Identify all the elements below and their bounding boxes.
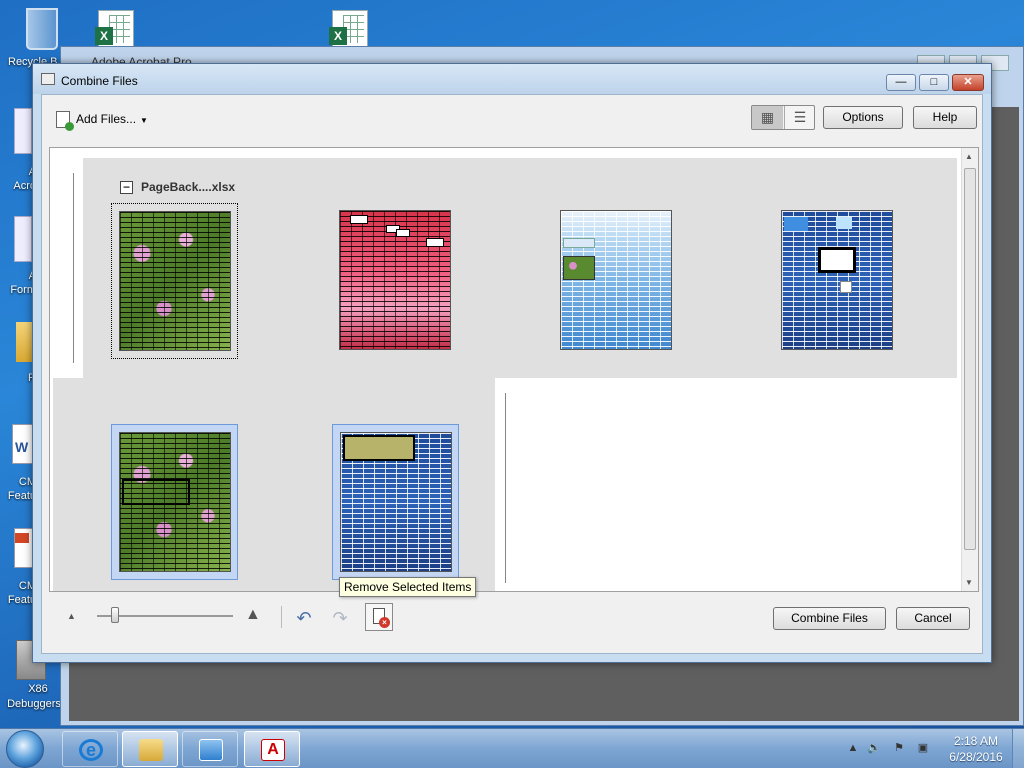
- zoom-out-icon[interactable]: ▲: [67, 611, 76, 621]
- add-file-icon: [56, 111, 74, 132]
- add-files-label: Add Files...: [76, 112, 137, 126]
- toolbar-separator: [281, 606, 282, 628]
- remove-icon: ×: [379, 617, 390, 628]
- cancel-button[interactable]: Cancel: [896, 607, 970, 630]
- desktop-label: Debuggers: [7, 698, 61, 710]
- desktop-label: A: [0, 270, 36, 282]
- page-preview: [781, 210, 893, 350]
- insertion-line: [73, 173, 74, 363]
- taskbar-media-player[interactable]: [182, 731, 238, 767]
- excel-file-icon[interactable]: X: [329, 10, 368, 48]
- desktop-label: R: [0, 372, 36, 384]
- scroll-down-arrow[interactable]: ▼: [965, 578, 973, 587]
- folder-icon: [139, 739, 163, 761]
- excel-x-icon: X: [95, 27, 113, 45]
- show-hidden-icons-arrow[interactable]: ▲: [845, 741, 861, 755]
- file-group-header[interactable]: − PageBack....xlsx: [120, 180, 235, 194]
- help-button[interactable]: Help: [913, 106, 977, 129]
- remove-selected-items-button[interactable]: ×: [365, 603, 393, 631]
- desktop-label: Form: [10, 284, 36, 296]
- dialog-titlebar[interactable]: Combine Files — □ ✕: [33, 64, 991, 94]
- page-thumbnail[interactable]: [111, 203, 238, 359]
- zoom-slider-knob[interactable]: [111, 607, 119, 623]
- redo-icon: ↷: [332, 608, 348, 628]
- desktop-label: CM: [18, 580, 36, 592]
- insertion-line: [505, 393, 506, 583]
- scroll-up-arrow[interactable]: ▲: [965, 152, 973, 161]
- desktop-label: X86: [28, 683, 48, 695]
- close-button[interactable]: ✕: [952, 74, 984, 91]
- scrollbar-thumb[interactable]: [964, 168, 976, 550]
- show-desktop-button[interactable]: [1012, 729, 1024, 768]
- desktop-label: Acro: [13, 180, 36, 192]
- dropdown-arrow-icon: ▼: [140, 116, 148, 125]
- page-thumbnail[interactable]: [332, 424, 459, 580]
- desktop-label: CM: [18, 476, 36, 488]
- acrobat-icon: A: [261, 739, 285, 761]
- action-center-flag-icon[interactable]: ⚑: [891, 741, 907, 755]
- combine-files-button[interactable]: Combine Files: [773, 607, 886, 630]
- combine-files-dialog[interactable]: Combine Files — □ ✕ Add Files... ▼ ▦ ☰ Op…: [32, 63, 992, 663]
- taskbar-clock[interactable]: 2:18 AM 6/28/2016: [946, 733, 1006, 765]
- options-button[interactable]: Options: [823, 106, 903, 129]
- dialog-client-area: Add Files... ▼ ▦ ☰ Options Help − PageBack…: [41, 94, 983, 654]
- tooltip: Remove Selected Items: [339, 577, 477, 597]
- excel-file-icon[interactable]: X: [95, 10, 134, 48]
- desktop-label: Featu: [7, 490, 36, 502]
- network-icon[interactable]: ▣: [915, 741, 931, 755]
- acrobat-form-shortcut-icon[interactable]: [14, 216, 32, 262]
- word-doc-icon[interactable]: W: [12, 424, 34, 464]
- page-preview: [339, 210, 451, 350]
- collapse-icon[interactable]: −: [120, 181, 133, 194]
- taskbar: e A ▲ 🔈 ⚑ ▣ 2:18 AM 6/28/2016: [0, 728, 1024, 768]
- taskbar-internet-explorer[interactable]: e: [62, 731, 118, 767]
- desktop-label: A: [0, 166, 36, 178]
- trash-icon: [26, 8, 58, 50]
- page-preview: [560, 210, 672, 350]
- start-button[interactable]: [6, 730, 44, 768]
- zoom-in-icon[interactable]: ▲: [245, 606, 261, 624]
- maximize-button[interactable]: □: [919, 74, 949, 91]
- page-thumbnail[interactable]: [332, 203, 459, 359]
- ppt-doc-icon[interactable]: [14, 528, 34, 568]
- clock-date: 6/28/2016: [949, 750, 1003, 764]
- bottom-toolbar: ▲ ▲ ↶ ↷ × Combine Files Cancel: [49, 600, 979, 640]
- clock-time: 2:18 AM: [953, 734, 999, 748]
- minimize-button[interactable]: —: [886, 74, 916, 91]
- page-thumbnail[interactable]: [774, 203, 901, 359]
- files-pane[interactable]: − PageBack....xlsx ▲ ▼: [49, 147, 979, 592]
- view-toggle[interactable]: ▦ ☰: [751, 105, 815, 130]
- file-name: PageBack....xlsx: [141, 180, 236, 194]
- acrobat-shortcut-icon[interactable]: [14, 108, 32, 154]
- dialog-title: Combine Files: [61, 74, 138, 88]
- internet-explorer-icon: e: [79, 739, 103, 761]
- folder-icon[interactable]: [16, 322, 32, 362]
- page-thumbnail[interactable]: [111, 424, 238, 580]
- thumbnail-view-icon[interactable]: ▦: [752, 106, 783, 129]
- page-preview: [119, 432, 231, 572]
- add-files-button[interactable]: Add Files... ▼: [56, 108, 148, 132]
- page-preview: [340, 432, 452, 572]
- media-player-icon: [199, 739, 223, 761]
- page-thumbnail[interactable]: [553, 203, 680, 359]
- taskbar-adobe-acrobat[interactable]: A: [244, 731, 300, 767]
- undo-icon[interactable]: ↶: [292, 606, 316, 630]
- desktop-label: Featu: [7, 594, 36, 606]
- vertical-scrollbar[interactable]: ▲ ▼: [961, 148, 978, 591]
- list-view-icon[interactable]: ☰: [784, 106, 815, 129]
- page-preview: [119, 211, 231, 351]
- speaker-icon[interactable]: 🔈: [866, 741, 882, 755]
- excel-x-icon: X: [329, 27, 347, 45]
- taskbar-file-explorer[interactable]: [122, 731, 178, 767]
- combine-files-icon: [41, 73, 55, 85]
